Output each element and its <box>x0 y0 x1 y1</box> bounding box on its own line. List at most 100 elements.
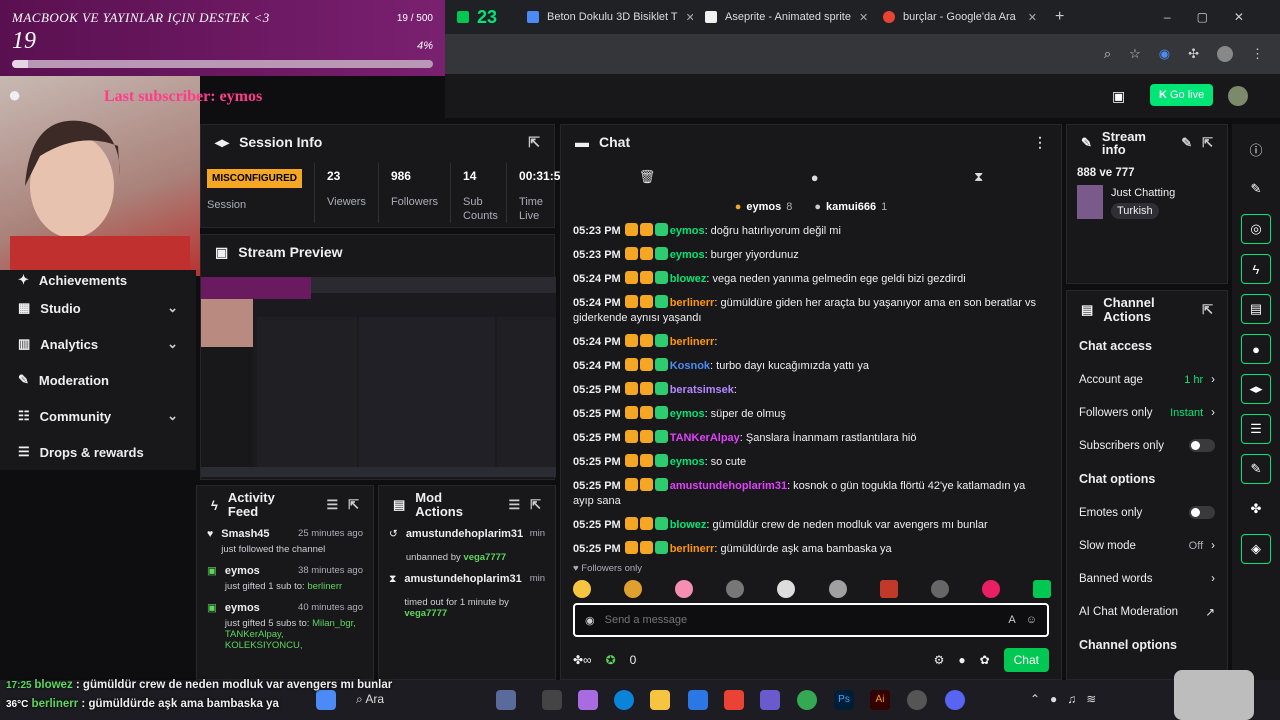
edit-icon[interactable]: ✎ <box>1181 135 1192 151</box>
chat-message[interactable]: 05:24 PM berlinerr: <box>573 334 1049 350</box>
stream-preview-video[interactable] <box>201 277 556 477</box>
banned-words-setting[interactable]: Banned words › <box>1067 562 1227 595</box>
bolt-icon[interactable]: ϟ <box>1241 254 1271 284</box>
popout-icon[interactable]: ⇱ <box>348 497 359 513</box>
wrench-icon[interactable]: ✎ <box>1241 454 1271 484</box>
list-icon[interactable]: ☰ <box>1241 414 1271 444</box>
popout-icon[interactable]: ⇱ <box>530 497 541 513</box>
emote-icon[interactable] <box>930 580 949 598</box>
browser-tab-counter[interactable]: 23 <box>445 0 515 34</box>
emote-icon[interactable] <box>726 580 745 598</box>
message-username[interactable]: eymos <box>670 408 705 420</box>
message-username[interactable]: Kosnok <box>670 360 710 372</box>
popout-icon[interactable]: ⇱ <box>528 134 540 151</box>
photoshop-icon[interactable]: Ps <box>834 690 854 710</box>
menu-dots-icon[interactable]: ⋮ <box>1033 134 1047 151</box>
chat-message[interactable]: 05:24 PM berlinerr: gümüldüre giden her a… <box>573 295 1049 326</box>
user-avatar[interactable] <box>1228 86 1248 106</box>
illustrator-icon[interactable]: Ai <box>870 690 890 710</box>
trash-icon[interactable]: 🗑 <box>639 169 656 185</box>
emotes-only-toggle[interactable] <box>1189 506 1215 519</box>
message-username[interactable]: berlinerr <box>670 297 715 309</box>
message-username[interactable]: berlinerr <box>670 543 715 555</box>
emote-icon[interactable] <box>981 580 1000 598</box>
chat-bubble-icon[interactable]: ● <box>958 653 965 667</box>
chat-message[interactable]: 05:23 PM eymos: burger yiyordunuz <box>573 247 1049 263</box>
puzzle-icon[interactable]: ✣ <box>1188 46 1199 62</box>
copilot-icon[interactable] <box>578 690 598 710</box>
hourglass-icon[interactable]: ⧗ <box>974 169 983 185</box>
chat-message[interactable]: 05:23 PM eymos: doğru hatırlıyorum değil … <box>573 223 1049 239</box>
nav-drops-rewards[interactable]: ☰ Drops & rewards <box>0 434 196 470</box>
send-chat-button[interactable]: Chat <box>1003 648 1049 672</box>
chat-message[interactable]: 05:25 PM berlinerr: gümüldürde aşk ama ba… <box>573 541 1049 557</box>
system-tray-icons[interactable]: ⌃●♫≋ <box>1030 692 1106 706</box>
close-icon[interactable]: ✕ <box>1028 11 1037 24</box>
info-icon[interactable]: ⓘ <box>1241 134 1271 164</box>
chat-bubble-icon[interactable]: ● <box>811 170 819 185</box>
emote-icon[interactable] <box>675 580 694 598</box>
message-username[interactable]: beratsimsek <box>670 384 734 396</box>
top-chatter[interactable]: ● kamui666 1 <box>814 201 887 213</box>
task-view-icon[interactable] <box>542 690 562 710</box>
chat-message[interactable]: 05:25 PM eymos: so cute <box>573 454 1049 470</box>
subscribers-only-toggle[interactable] <box>1189 439 1215 452</box>
followers-only-setting[interactable]: Followers only Instant › <box>1067 396 1227 429</box>
app-icon[interactable] <box>496 690 516 710</box>
message-username[interactable]: TANKerAlpay <box>670 432 740 444</box>
nav-community[interactable]: ☷ Community ⌄ <box>0 398 196 434</box>
browser-tab-aseprite[interactable]: Aseprite - Animated sprite ✕ <box>693 0 871 34</box>
camera-icon[interactable]: ◎ <box>1241 214 1271 244</box>
message-username[interactable]: eymos <box>670 249 705 261</box>
message-username[interactable]: berlinerr <box>670 336 715 348</box>
nav-moderation[interactable]: ✎ Moderation <box>0 362 196 398</box>
vs-icon[interactable] <box>760 690 780 710</box>
obs-icon[interactable] <box>907 690 927 710</box>
message-username[interactable]: eymos <box>670 456 705 468</box>
filter-icon[interactable]: ☰ <box>326 497 338 513</box>
emote-icon[interactable] <box>624 580 643 598</box>
edge-icon[interactable] <box>614 690 634 710</box>
gift-icon[interactable]: ✿ <box>980 653 990 667</box>
bookmark-star-icon[interactable]: ☆ <box>1129 46 1141 62</box>
chat-message[interactable]: 05:25 PM amustundehoplarim31: kosnok o gü… <box>573 478 1049 509</box>
go-live-button[interactable]: K Go live <box>1150 84 1214 106</box>
emote-icon[interactable] <box>1032 580 1051 598</box>
broadcast-icon[interactable]: ◂▸ <box>1241 374 1271 404</box>
menu-dots-icon[interactable]: ⋮ <box>1251 46 1264 62</box>
popout-icon[interactable]: ⇱ <box>1202 302 1213 318</box>
emote-icon[interactable] <box>573 580 591 598</box>
extension-icon[interactable]: ◉ <box>1159 46 1170 62</box>
zoom-icon[interactable]: ⌕ <box>1104 46 1111 62</box>
chat-message-input[interactable] <box>604 614 999 626</box>
browser-tab-google[interactable]: burçlar - Google'da Ara ✕ <box>871 0 1049 34</box>
chat-message[interactable]: 05:24 PM Kosnok: turbo dayı kucağımızda y… <box>573 358 1049 374</box>
nav-achievements[interactable]: ✦ Achievements <box>0 270 196 290</box>
nav-studio[interactable]: ▦ Studio ⌄ <box>0 290 196 326</box>
folder-icon[interactable] <box>650 690 670 710</box>
translate-icon[interactable]: A <box>1008 614 1015 626</box>
gmail-icon[interactable] <box>724 690 744 710</box>
chat-message[interactable]: 05:25 PM eymos: süper de olmuş <box>573 406 1049 422</box>
discord-icon[interactable] <box>945 690 965 710</box>
message-username[interactable]: blowez <box>670 519 707 531</box>
message-username[interactable]: eymos <box>670 225 705 237</box>
popout-icon[interactable]: ⇱ <box>1202 135 1213 151</box>
profile-avatar[interactable] <box>1217 46 1233 62</box>
shield-icon[interactable]: ◈ <box>1241 534 1271 564</box>
chrome-icon[interactable] <box>797 690 817 710</box>
nav-analytics[interactable]: ▥ Analytics ⌄ <box>0 326 196 362</box>
new-tab-icon[interactable]: + <box>1055 8 1064 26</box>
chat-message-list[interactable]: 05:23 PM eymos: doğru hatırlıyorum değil … <box>561 219 1061 569</box>
display-icon[interactable]: ▣ <box>1112 88 1125 105</box>
chat-bubble-icon[interactable]: ● <box>1241 334 1271 364</box>
close-icon[interactable]: ✕ <box>686 11 693 24</box>
message-username[interactable]: amustundehoplarim31 <box>670 480 787 492</box>
chat-message[interactable]: 05:25 PM blowez: gümüldür crew de neden m… <box>573 517 1049 533</box>
emote-icon[interactable] <box>828 580 847 598</box>
message-username[interactable]: blowez <box>670 273 707 285</box>
emote-icon[interactable] <box>777 580 796 598</box>
ai-moderation-setting[interactable]: AI Chat Moderation ↗ <box>1067 595 1227 628</box>
window-controls[interactable]: –▢✕ <box>1164 10 1280 24</box>
pen-icon[interactable]: ✎ <box>1241 174 1271 204</box>
